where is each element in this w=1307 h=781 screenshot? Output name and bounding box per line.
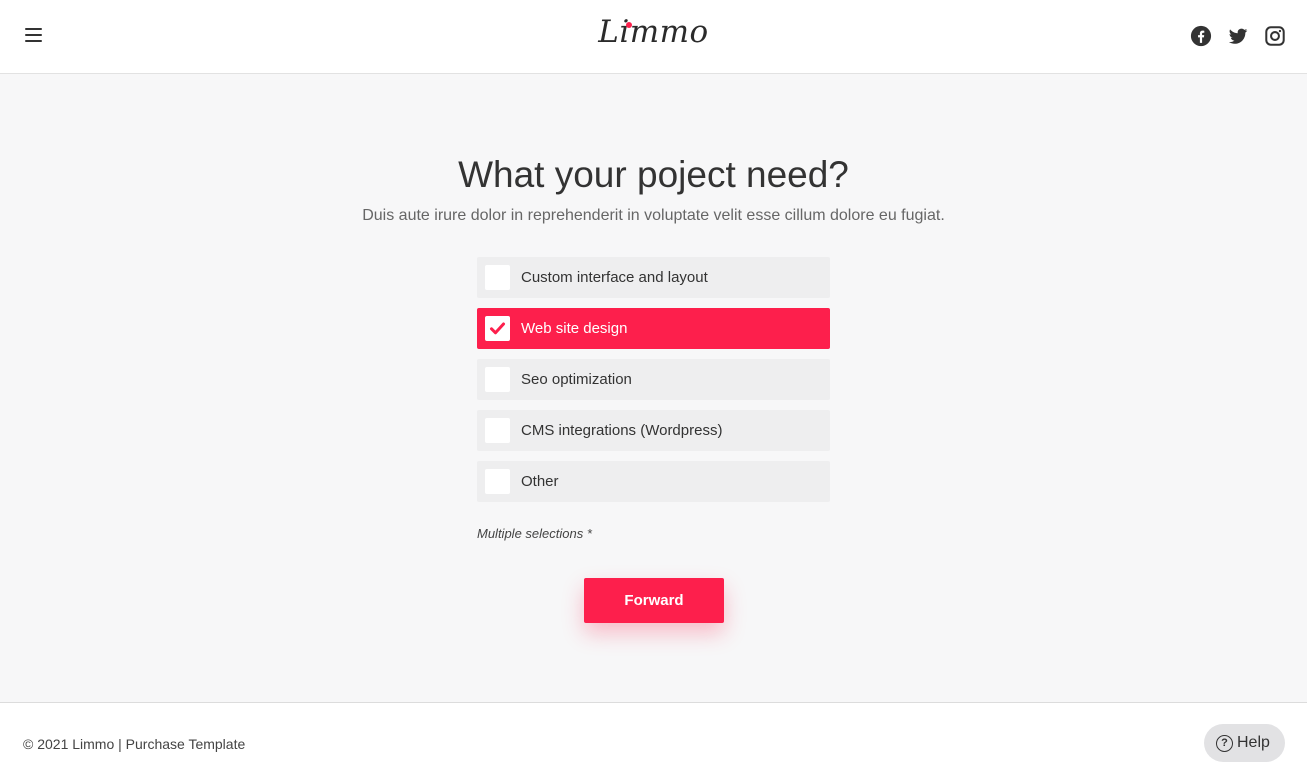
option-other[interactable]: Other bbox=[477, 461, 830, 502]
checkmark-icon bbox=[490, 322, 505, 335]
header: Limmo bbox=[0, 0, 1307, 74]
forward-button[interactable]: Forward bbox=[584, 578, 724, 623]
selection-note: Multiple selections * bbox=[477, 526, 592, 541]
help-label: Help bbox=[1237, 734, 1270, 751]
checkbox[interactable] bbox=[485, 265, 510, 290]
main-content: What your poject need? Duis aute irure d… bbox=[0, 74, 1307, 702]
instagram-icon[interactable] bbox=[1264, 25, 1286, 47]
option-web-site-design[interactable]: Web site design bbox=[477, 308, 830, 349]
option-seo-optimization[interactable]: Seo optimization bbox=[477, 359, 830, 400]
copyright-text: © 2021 Limmo | Purchase Template bbox=[23, 736, 246, 752]
option-label: Seo optimization bbox=[521, 371, 632, 388]
page-title: What your poject need? bbox=[458, 154, 849, 195]
page-subtitle: Duis aute irure dolor in reprehenderit i… bbox=[362, 207, 945, 224]
option-label: Other bbox=[521, 473, 559, 490]
checkbox[interactable] bbox=[485, 367, 510, 392]
checkbox[interactable] bbox=[485, 418, 510, 443]
options-list: Custom interface and layout Web site des… bbox=[477, 257, 830, 512]
option-cms-integrations[interactable]: CMS integrations (Wordpress) bbox=[477, 410, 830, 451]
option-label: Custom interface and layout bbox=[521, 269, 708, 286]
help-button[interactable]: ? Help bbox=[1204, 724, 1285, 762]
twitter-icon[interactable] bbox=[1227, 25, 1249, 47]
help-icon: ? bbox=[1216, 735, 1233, 752]
logo[interactable]: Limmo bbox=[0, 14, 1307, 50]
option-custom-interface[interactable]: Custom interface and layout bbox=[477, 257, 830, 298]
option-label: CMS integrations (Wordpress) bbox=[521, 422, 723, 439]
option-label: Web site design bbox=[521, 320, 628, 337]
checkbox[interactable] bbox=[485, 469, 510, 494]
checkbox-checked[interactable] bbox=[485, 316, 510, 341]
facebook-icon[interactable] bbox=[1190, 25, 1212, 47]
logo-accent-dot bbox=[626, 22, 632, 28]
footer: © 2021 Limmo | Purchase Template ? Help bbox=[0, 702, 1307, 781]
